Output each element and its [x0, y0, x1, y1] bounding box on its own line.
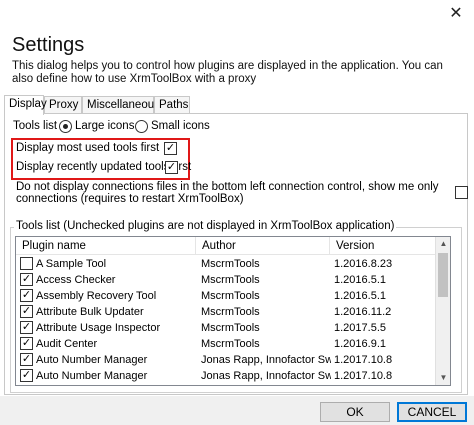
display-tab-panel: Tools list Large icons Small icons Displ…	[4, 113, 468, 395]
plugin-author-cell: Jonas Rapp, Innofactor Sw...	[201, 370, 331, 382]
plugin-checkbox[interactable]: ✓	[20, 305, 33, 318]
column-author[interactable]: Author	[196, 237, 330, 255]
plugin-author-cell: MscrmTools	[201, 322, 260, 334]
plugin-checkbox[interactable]	[20, 257, 33, 270]
plugin-version-cell: 1.2016.5.1	[334, 274, 386, 286]
dialog-title: Settings	[12, 34, 85, 56]
column-version[interactable]: Version	[330, 237, 437, 255]
plugin-author-cell: Jonas Rapp, Innofactor Sw...	[201, 354, 331, 366]
large-icons-radio[interactable]	[59, 120, 72, 133]
plugins-rows: A Sample Tool MscrmTools 1.2016.8.23 ✓ Acces…	[16, 256, 437, 384]
table-row[interactable]: ✓ Attribute Usage Inspector MscrmTools 1.20…	[16, 320, 437, 336]
plugin-checkbox[interactable]: ✓	[20, 321, 33, 334]
no-connection-files-label: Do not display connections files in the …	[16, 181, 439, 205]
plugin-name-cell: Access Checker	[36, 274, 116, 286]
tab-display[interactable]: Display	[4, 95, 47, 115]
table-row[interactable]: A Sample Tool MscrmTools 1.2016.8.23	[16, 256, 437, 272]
scroll-thumb[interactable]	[438, 253, 448, 297]
column-plugin-name[interactable]: Plugin name	[16, 237, 196, 255]
scroll-up-icon[interactable]: ▲	[436, 237, 450, 251]
dialog-footer: OK CANCEL	[0, 396, 474, 425]
plugin-checkbox[interactable]: ✓	[20, 289, 33, 302]
tab-paths[interactable]: Paths	[154, 96, 190, 114]
plugin-author-cell: MscrmTools	[201, 290, 260, 302]
table-row[interactable]: ✓ Audit Center MscrmTools 1.2016.9.1	[16, 336, 437, 352]
plugin-version-cell: 1.2016.9.1	[334, 338, 386, 350]
plugin-name-cell: Attribute Bulk Updater	[36, 306, 144, 318]
tools-group-label: Tools list (Unchecked plugins are not di…	[14, 220, 397, 232]
tab-miscellaneous[interactable]: Miscellaneous	[82, 96, 160, 114]
most-used-first-checkbox[interactable]: ✓	[164, 142, 177, 155]
scroll-down-icon[interactable]: ▼	[436, 371, 450, 385]
recently-updated-first-checkbox[interactable]: ✓	[165, 161, 178, 174]
plugin-name-cell: Auto Number Manager	[36, 370, 148, 382]
plugin-version-cell: 1.2017.10.8	[334, 370, 393, 382]
vertical-scrollbar[interactable]: ▲ ▼	[435, 237, 450, 385]
dialog-description: This dialog helps you to control how plu…	[12, 60, 443, 85]
table-row[interactable]: ✓ Attribute Bulk Updater MscrmTools 1.2016.…	[16, 304, 437, 320]
small-icons-radio[interactable]	[135, 120, 148, 133]
plugin-checkbox[interactable]: ✓	[20, 273, 33, 286]
small-icons-label: Small icons	[151, 120, 210, 132]
plugin-author-cell: MscrmTools	[201, 338, 260, 350]
plugin-name-cell: Assembly Recovery Tool	[36, 290, 157, 302]
plugin-name-cell: A Sample Tool	[36, 258, 107, 270]
plugin-checkbox[interactable]: ✓	[20, 353, 33, 366]
plugin-name-cell: Attribute Usage Inspector	[36, 322, 161, 334]
plugin-author-cell: MscrmTools	[201, 306, 260, 318]
no-connection-files-checkbox[interactable]	[455, 186, 468, 199]
plugin-version-cell: 1.2017.10.8	[334, 354, 393, 366]
tools-list-label: Tools list	[13, 120, 58, 132]
plugin-author-cell: MscrmTools	[201, 274, 260, 286]
large-icons-label: Large icons	[75, 120, 135, 132]
plugins-list-header: Plugin name Author Version	[16, 237, 437, 255]
table-row[interactable]: ✓ Auto Number Manager Jonas Rapp, Innofact…	[16, 352, 437, 368]
tab-proxy[interactable]: Proxy	[44, 96, 82, 114]
plugin-author-cell: MscrmTools	[201, 258, 260, 270]
table-row[interactable]: ✓ Access Checker MscrmTools 1.2016.5.1	[16, 272, 437, 288]
cancel-button[interactable]: CANCEL	[397, 402, 467, 422]
plugin-checkbox[interactable]: ✓	[20, 337, 33, 350]
table-row[interactable]: ✓ Auto Number Manager Jonas Rapp, Innofact…	[16, 368, 437, 384]
plugin-name-cell: Audit Center	[36, 338, 98, 350]
table-row[interactable]: ✓ Assembly Recovery Tool MscrmTools 1.2016.…	[16, 288, 437, 304]
plugin-version-cell: 1.2016.5.1	[334, 290, 386, 302]
ok-button[interactable]: OK	[320, 402, 390, 422]
plugin-checkbox[interactable]: ✓	[20, 369, 33, 382]
plugins-list[interactable]: Plugin name Author Version A Sample Tool…	[15, 236, 451, 386]
plugin-version-cell: 1.2017.5.5	[334, 322, 386, 334]
plugin-version-cell: 1.2016.8.23	[334, 258, 393, 270]
plugin-name-cell: Auto Number Manager	[36, 354, 148, 366]
most-used-first-label: Display most used tools first	[16, 142, 160, 154]
close-icon[interactable]: ✕	[446, 4, 466, 24]
plugin-version-cell: 1.2016.11.2	[334, 306, 392, 318]
